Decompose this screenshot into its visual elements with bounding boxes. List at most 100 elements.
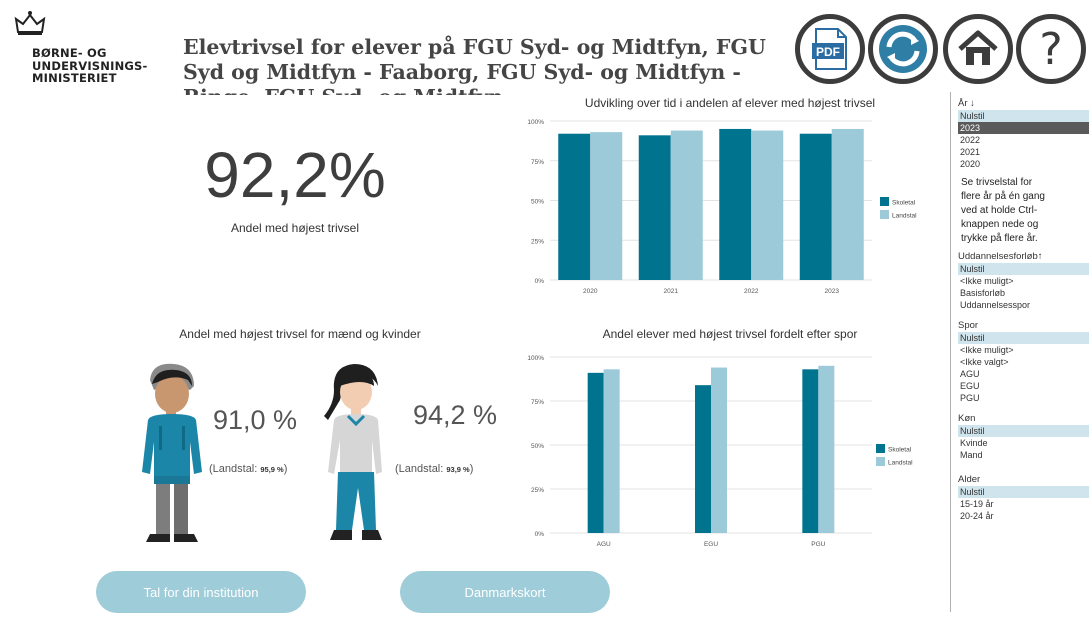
slicer-option[interactable]: 2020 (958, 158, 1089, 170)
slicer-option[interactable]: 20-24 år (958, 510, 1089, 522)
bar-skoletal-pgu (802, 369, 819, 533)
slicer-panel: År ↓ Nulstil 2023 2022 2021 2020 Se trivsels… (958, 95, 1089, 522)
pdf-export-button[interactable]: PDF (795, 14, 865, 84)
female-percentage: 94,2 % (413, 400, 498, 430)
gender-slicer-header: Køn (958, 413, 976, 424)
female-figure-icon (324, 364, 382, 540)
help-button[interactable]: ? (1016, 14, 1086, 84)
slicer-option[interactable]: Nulstil (958, 110, 1089, 122)
note-line: ved at holde Ctrl- (961, 205, 1038, 216)
y-tick-label: 50% (531, 199, 544, 206)
landstal-label: (Landstal: (395, 463, 444, 475)
year-slicer: Nulstil 2023 2022 2021 2020 (958, 110, 1089, 170)
course-slicer: Nulstil <Ikke muligt> Basisforløb Uddannels… (958, 263, 1089, 311)
gender-section-title: Andel med højest trivsel for mænd og kvi… (179, 327, 421, 341)
slicer-option[interactable]: <Ikke muligt> (958, 344, 1089, 356)
y-tick-label: 25% (531, 238, 544, 245)
ministry-line: MINISTERIET (32, 71, 117, 85)
slicer-option[interactable]: 15-19 år (958, 498, 1089, 510)
age-slicer: Nulstil 15-19 år 20-24 år (958, 486, 1089, 522)
bar-landstal-2020 (590, 132, 623, 280)
title-line: Ringe, FGU Syd- og Midtfyn - (183, 85, 783, 95)
ministry-line: BØRNE- OG (32, 46, 107, 60)
slicer-option[interactable]: EGU (958, 380, 1089, 392)
y-tick-label: 100% (527, 119, 544, 126)
chart-time: 0% 25% 50% 75% 100% 2020 2021 2022 2023 Skoletal L… (527, 119, 917, 295)
denmark-map-button[interactable]: Danmarkskort (400, 571, 610, 613)
y-tick-label: 0% (535, 531, 545, 538)
slicer-option[interactable]: Nulstil (958, 486, 1089, 498)
slicer-option[interactable]: Uddannelsesspor (958, 299, 1089, 311)
age-slicer-header: Alder (958, 474, 981, 485)
x-tick-label: AGU (597, 541, 611, 548)
landstal-close: ) (469, 463, 474, 475)
multi-year-note: Se trivselstal for flere år på én gang ved… (961, 176, 1089, 246)
bar-landstal-pgu (818, 365, 835, 533)
sort-desc-icon[interactable]: ↓ (970, 98, 975, 109)
slicer-option[interactable]: Nulstil (958, 263, 1089, 275)
legend-swatch (880, 197, 889, 206)
slicer-option[interactable]: <Ikke muligt> (958, 275, 1089, 287)
male-percentage: 91,0 % (213, 405, 298, 435)
institution-button[interactable]: Tal for din institution (96, 571, 306, 613)
legend-label: Skoletal (888, 447, 912, 454)
kpi-value: 92,2% (204, 139, 386, 211)
slicer-option[interactable]: Mand (958, 449, 1089, 461)
bar-landstal-2022 (751, 130, 784, 280)
refresh-icon (879, 25, 927, 73)
bar-skoletal-2022 (719, 128, 752, 280)
bar-landstal-egu (711, 367, 727, 533)
bar-landstal-2023 (831, 128, 864, 280)
track-slicer: Nulstil <Ikke muligt> <Ikke valgt> AGU EGU PG… (958, 332, 1089, 404)
legend-label: Landstal (892, 213, 917, 220)
legend-swatch (880, 210, 889, 219)
slicer-option[interactable]: Kvinde (958, 437, 1089, 449)
pdf-icon-label: PDF (816, 45, 840, 59)
x-tick-label: EGU (704, 541, 718, 548)
slicer-option[interactable]: PGU (958, 392, 1089, 404)
x-tick-label: 2020 (583, 288, 598, 295)
slicer-option[interactable]: 2023 (958, 122, 1089, 134)
legend-swatch (876, 444, 885, 453)
bar-skoletal-2020 (558, 133, 591, 280)
slicer-option[interactable]: <Ikke valgt> (958, 356, 1089, 368)
x-tick-label: 2021 (664, 288, 679, 295)
y-tick-label: 0% (535, 278, 545, 285)
y-tick-label: 100% (527, 355, 544, 362)
landstal-close: ) (283, 463, 288, 475)
sort-asc-icon[interactable]: ↑ (1038, 251, 1043, 262)
bar-landstal-2021 (670, 130, 703, 280)
crown-icon (14, 11, 46, 35)
slicer-option[interactable]: Nulstil (958, 332, 1089, 344)
ministry-name: BØRNE- OG UNDERVISNINGS- MINISTERIET (32, 47, 148, 85)
male-landstal: (Landstal: 95,9 %) (209, 463, 287, 475)
ministry-logo: BØRNE- OG UNDERVISNINGS- MINISTERIET (14, 10, 174, 90)
chart-time-title: Udvikling over tid i andelen af elever m… (584, 96, 876, 110)
x-tick-label: 2022 (744, 288, 759, 295)
slicer-option[interactable]: 2021 (958, 146, 1089, 158)
bar-skoletal-egu (695, 385, 711, 533)
slicer-option[interactable]: Basisforløb (958, 287, 1089, 299)
y-tick-label: 50% (531, 443, 544, 450)
legend-label: Landstal (888, 460, 913, 467)
course-slicer-label: Uddannelsesforløb (958, 251, 1038, 262)
slicer-option[interactable]: AGU (958, 368, 1089, 380)
year-slicer-label: År (958, 98, 968, 109)
home-icon (958, 30, 998, 65)
slicer-option[interactable]: 2022 (958, 134, 1089, 146)
slicer-option[interactable]: Nulstil (958, 425, 1089, 437)
female-landstal: (Landstal: 93,9 %) (395, 463, 473, 475)
pdf-icon: PDF (812, 28, 847, 70)
chart-track: 0% 25% 50% 75% 100% AGU EGU PGU Skoletal Landstal (527, 355, 913, 548)
x-tick-label: 2023 (825, 288, 840, 295)
note-line: Se trivselstal for (961, 177, 1033, 188)
panel-divider (950, 92, 951, 612)
refresh-button[interactable] (868, 14, 938, 84)
note-line: knappen nede og (961, 219, 1039, 230)
bar-landstal-agu (603, 369, 620, 533)
home-button[interactable] (943, 14, 1013, 84)
kpi-label: Andel med højest trivsel (230, 221, 360, 235)
track-slicer-header: Spor (958, 320, 979, 331)
y-tick-label: 75% (531, 399, 544, 406)
course-slicer-header: Uddannelsesforløb↑ (958, 250, 1089, 263)
